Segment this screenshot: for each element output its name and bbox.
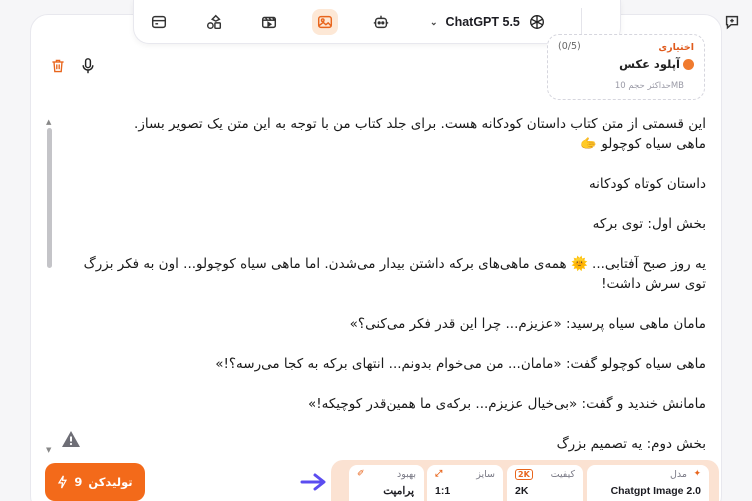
quality-setting[interactable]: 2K کیفیت 2K [507, 465, 583, 501]
image-icon[interactable] [312, 9, 338, 35]
size-setting[interactable]: ⤢ سایز 1:1 [427, 465, 503, 501]
model-value: Chatgpt Image 2.0 [610, 485, 701, 497]
prompt-line: بخش اول: توی برکه [592, 216, 706, 232]
enhance-setting[interactable]: ✐ بهبود پرامپت [349, 465, 424, 501]
prompt-line: این قسمتی از متن کتاب داستان کودکانه هست… [134, 116, 706, 132]
sparkle-icon: ✦ [693, 469, 701, 479]
upload-image-box[interactable]: (0/5) اختیاری آپلود عکس حداکثر حجم 10MB [547, 34, 705, 100]
toolbar-divider [581, 8, 582, 36]
prompt-line: بخش دوم: یه تصمیم بزرگ [556, 436, 706, 452]
enhance-label: بهبود [396, 469, 416, 480]
card-icon[interactable] [146, 9, 172, 35]
model-picker[interactable]: ⌄ ChatGPT 5.5 [430, 10, 546, 34]
prompt-line: یه روز صبح آفتابی... 🌞 همه‌ی ماهی‌های بر… [83, 256, 706, 292]
quality-value: 2K [515, 485, 529, 497]
chevron-down-icon: ⌄ [430, 16, 438, 27]
prompt-scrollbar[interactable]: ▲ ▼ [46, 118, 54, 454]
prompt-line: داستان کوتاه کودکانه [588, 176, 706, 192]
wand-icon: ✐ [357, 469, 365, 479]
trash-icon[interactable] [50, 58, 66, 74]
upload-count: (0/5) [558, 41, 581, 52]
warning-icon[interactable] [61, 430, 81, 448]
bolt-icon [58, 475, 68, 489]
resize-icon: ⤢ [435, 469, 443, 479]
size-label: سایز [476, 469, 495, 480]
enhance-value: پرامپت [383, 485, 414, 497]
microphone-icon[interactable] [80, 57, 96, 75]
scroll-thumb[interactable] [47, 128, 52, 268]
upload-optional-label: اختیاری [658, 42, 694, 53]
arrow-right-icon [300, 473, 326, 491]
prompt-line: مامانش خندید و گفت: «بی‌خیال عزیزم... بر… [307, 396, 706, 412]
generate-cost: 9 [74, 475, 83, 489]
top-toolbar: ⌄ ChatGPT 5.5 [133, 0, 739, 44]
upload-icon [683, 59, 694, 70]
upload-title: آپلود عکس [619, 57, 680, 71]
model-setting[interactable]: مدل ✦ Chatgpt Image 2.0 [587, 465, 709, 501]
scroll-down-icon[interactable]: ▼ [46, 446, 51, 454]
quality-badge: 2K [515, 469, 533, 480]
size-value: 1:1 [435, 485, 451, 497]
video-icon[interactable] [256, 9, 282, 35]
prompt-line: ماهی سیاه کوچولو گفت: «مامان... من می‌خو… [215, 356, 706, 372]
quality-label: کیفیت [550, 469, 575, 480]
prompt-line: ماهی سیاه کوچولو 🫱 [580, 136, 706, 152]
openai-icon [529, 15, 544, 29]
model-label: مدل [670, 469, 687, 480]
new-chat-icon[interactable] [719, 9, 745, 35]
generate-button[interactable]: تولیدکن 9 [45, 463, 145, 501]
scroll-up-icon[interactable]: ▲ [46, 118, 51, 126]
shapes-icon[interactable] [201, 9, 227, 35]
model-name: ChatGPT 5.5 [445, 15, 520, 29]
settings-bar: ✐ بهبود پرامپت ⤢ سایز 1:1 2K کیفیت 2K مد… [331, 460, 719, 501]
generate-label: تولیدکن [88, 475, 133, 489]
robot-icon[interactable] [368, 9, 394, 35]
upload-hint: حداکثر حجم 10MB [614, 81, 684, 91]
prompt-textarea[interactable]: این قسمتی از متن کتاب داستان کودکانه هست… [62, 114, 710, 458]
prompt-line: مامان ماهی سیاه پرسید: «عزیزم... چرا این… [349, 316, 706, 332]
